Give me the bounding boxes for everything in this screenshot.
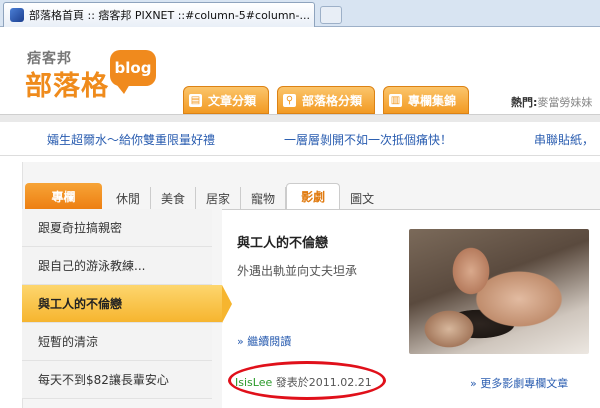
nav-tab-label: 文章分類 <box>208 93 257 108</box>
hot-keywords[interactable]: 熱門:麥當勞妹妹 <box>511 94 600 110</box>
new-tab-button[interactable] <box>320 6 342 24</box>
nav-tab-label: 專欄集錦 <box>408 93 457 108</box>
list-item[interactable]: 短暫的清涼 <box>22 323 212 361</box>
highlight-oval <box>228 361 386 400</box>
folder-icon: ▤ <box>189 94 202 107</box>
category-tabs: 專欄 休閒 美食 居家 寵物 影劇 圖文 <box>25 183 384 209</box>
nav-tab-blog-categories[interactable]: ⚲ 部落格分類 <box>277 86 376 114</box>
browser-tab[interactable]: 部落格首頁 :: 痞客邦 PIXNET ::#column-5#column-.… <box>3 2 315 27</box>
article-thumbnail[interactable] <box>409 229 589 354</box>
tab-column[interactable]: 專欄 <box>25 183 102 209</box>
top-nav: ▤ 文章分類 ⚲ 部落格分類 ▥ 專欄集錦 <box>183 86 477 114</box>
read-more-link[interactable]: » 繼續閱讀 <box>237 333 291 349</box>
article-title[interactable]: 與工人的不倫戀 <box>237 232 328 251</box>
tab-leisure[interactable]: 休閒 <box>106 187 152 209</box>
hot-label: 熱門: <box>511 96 538 109</box>
list-item[interactable]: 跟自己的游泳教練... <box>22 247 212 285</box>
promo-strip: 孀生超爾水～給你雙重限量好禮 一層層剝開不如一次抵個痛快！ 串聯貼紙， <box>0 122 600 156</box>
list-item-selected[interactable]: 與工人的不倫戀 <box>22 285 232 323</box>
blog-badge: blog <box>110 50 156 94</box>
logo-title[interactable]: 部落格 <box>25 64 109 103</box>
pixnet-favicon-icon <box>10 8 24 22</box>
book-icon: ▥ <box>389 94 403 107</box>
tab-food[interactable]: 美食 <box>151 187 197 209</box>
tab-pets[interactable]: 寵物 <box>241 187 287 209</box>
tab-home[interactable]: 居家 <box>196 187 242 209</box>
article-list: 跟夏奇拉搞親密 跟自己的游泳教練... 與工人的不倫戀 短暫的清涼 每天不到$8… <box>22 209 232 399</box>
search-icon: ⚲ <box>283 94 297 107</box>
article-description: 外遇出軌並向丈夫坦承 <box>237 264 358 278</box>
list-item[interactable]: 每天不到$82讓長輩安心 <box>22 361 212 399</box>
promo-link-1[interactable]: 孀生超爾水～給你雙重限量好禮 <box>47 131 215 148</box>
tab-comics[interactable]: 圖文 <box>340 187 384 209</box>
hot-keyword[interactable]: 麥當勞妹妹 <box>537 96 592 109</box>
promo-link-2[interactable]: 一層層剝開不如一次抵個痛快！ <box>284 131 452 148</box>
list-item[interactable]: 跟夏奇拉搞親密 <box>22 209 212 247</box>
more-drama-articles-link[interactable]: » 更多影劇專欄文章 <box>470 375 568 391</box>
nav-tab-columns[interactable]: ▥ 專欄集錦 <box>383 86 470 114</box>
tab-drama[interactable]: 影劇 <box>286 183 341 209</box>
tab-title: 部落格首頁 :: 痞客邦 PIXNET ::#column-5#column-.… <box>29 9 310 22</box>
nav-tab-article-categories[interactable]: ▤ 文章分類 <box>183 86 270 114</box>
nav-tab-label: 部落格分類 <box>302 93 363 108</box>
promo-link-3[interactable]: 串聯貼紙， <box>534 131 594 148</box>
nav-bar-divider <box>0 114 600 122</box>
browser-tab-strip: 部落格首頁 :: 痞客邦 PIXNET ::#column-5#column-.… <box>0 0 600 27</box>
